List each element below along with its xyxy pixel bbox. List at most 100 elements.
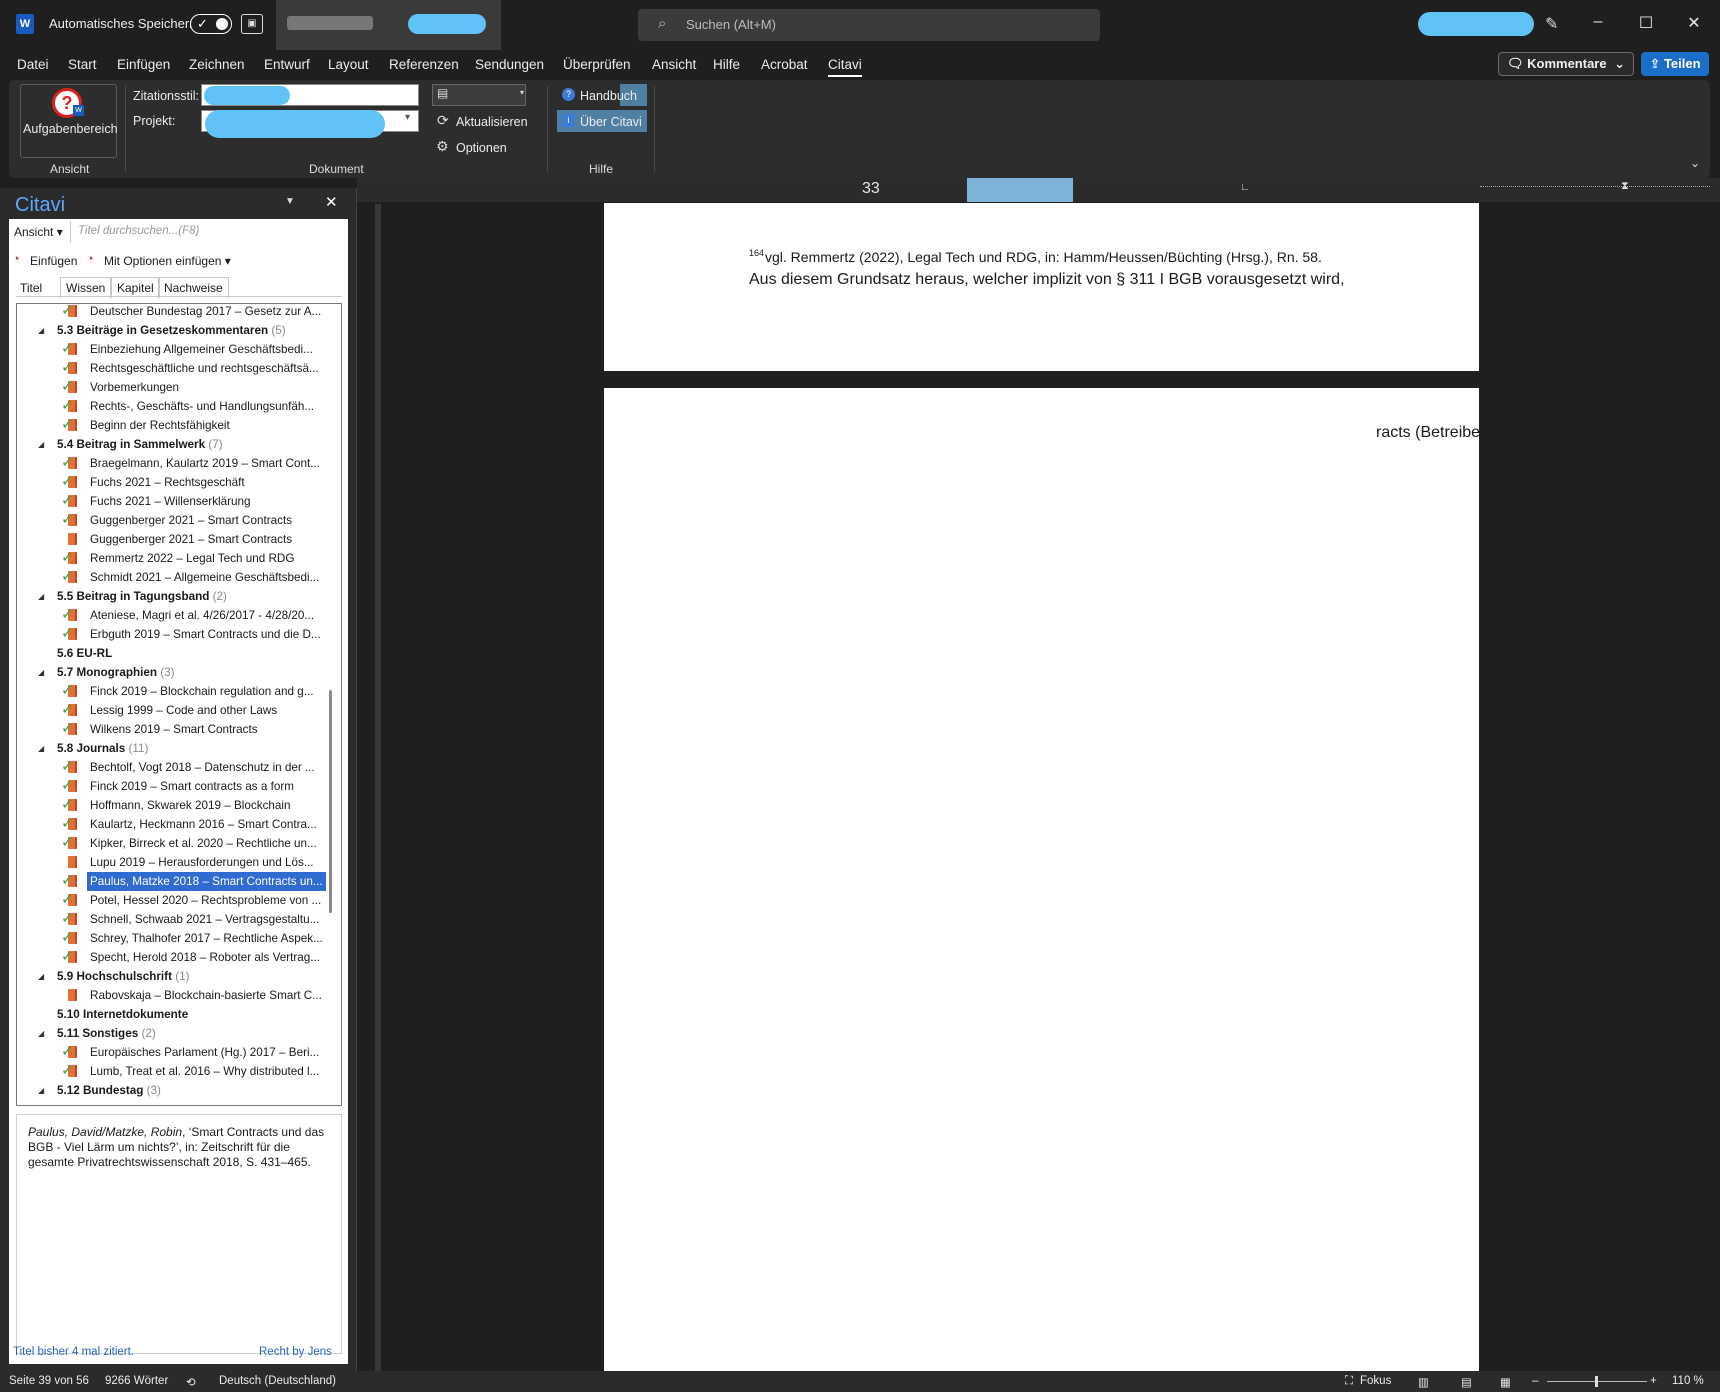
- share-button[interactable]: ⇪ Teilen: [1641, 52, 1709, 76]
- proofing-icon[interactable]: ⟲: [186, 1375, 196, 1389]
- tab-stop-icon[interactable]: ∟: [1240, 182, 1250, 193]
- zoom-in-icon[interactable]: +: [1650, 1375, 1657, 1387]
- menu-item-einfügen[interactable]: Einfügen: [117, 57, 170, 72]
- expand-arrow-icon[interactable]: ◢: [38, 435, 44, 454]
- reference-tree[interactable]: ✓ Deutscher Bundestag 2017 – Gesetz zur A…: [16, 303, 342, 1106]
- reference-item[interactable]: ✓ Potel, Hessel 2020 – Rechtsprobleme von…: [17, 891, 327, 910]
- reference-item[interactable]: ✓ Schnell, Schwaab 2021 – Vertragsgestalt…: [17, 910, 327, 929]
- reference-item[interactable]: ✓ Kaulartz, Heckmann 2016 – Smart Contra.…: [17, 815, 327, 834]
- tree-category[interactable]: 5.6 EU-RL: [17, 644, 327, 663]
- body-text-line[interactable]: Aus diesem Grundsatz heraus, welcher imp…: [749, 271, 1345, 289]
- expand-arrow-icon[interactable]: ◢: [38, 739, 44, 758]
- reference-item[interactable]: ✓ Braegelmann, Kaulartz 2019 – Smart Cont…: [17, 454, 327, 473]
- tree-category[interactable]: ◢ 5.3 Beiträge in Gesetzeskommentaren (5): [17, 321, 327, 340]
- view-dropdown[interactable]: Ansicht ▾: [14, 225, 63, 239]
- tab-titel[interactable]: Titel: [14, 277, 48, 298]
- reference-item[interactable]: Lupu 2019 – Herausforderungen und Lös...: [17, 853, 327, 872]
- word-count[interactable]: 9266 Wörter: [105, 1375, 168, 1387]
- tab-nachweise[interactable]: Nachweise: [158, 277, 229, 298]
- indent-marker-icon[interactable]: ⧗: [1621, 180, 1629, 193]
- menu-item-acrobat[interactable]: Acrobat: [761, 57, 808, 72]
- reference-item[interactable]: ✓ Vorbemerkungen: [17, 378, 327, 397]
- pen-icon[interactable]: ✎: [1545, 14, 1558, 34]
- page-counter[interactable]: Seite 39 von 56: [9, 1375, 89, 1387]
- tree-category[interactable]: 5.10 Internetdokumente: [17, 1005, 327, 1024]
- tree-category[interactable]: ◢ 5.5 Beitrag in Tagungsband (2): [17, 587, 327, 606]
- reference-item[interactable]: ✓ Beginn der Rechtsfähigkeit: [17, 416, 327, 435]
- close-icon[interactable]: ✕: [1684, 13, 1704, 33]
- zoom-out-icon[interactable]: –: [1532, 1375, 1538, 1387]
- reference-item[interactable]: ✓ Fuchs 2021 – Willenserklärung: [17, 492, 327, 511]
- reference-item[interactable]: ✓ Europäisches Parlament (Hg.) 2017 – Ber…: [17, 1043, 327, 1062]
- menu-item-ansicht[interactable]: Ansicht: [652, 57, 696, 72]
- expand-arrow-icon[interactable]: ◢: [38, 587, 44, 606]
- web-layout-icon[interactable]: ▦: [1500, 1375, 1511, 1389]
- expand-arrow-icon[interactable]: ◢: [38, 663, 44, 682]
- reference-item[interactable]: ✓ Wilkens 2019 – Smart Contracts: [17, 720, 327, 739]
- tree-category[interactable]: ◢ 5.9 Hochschulschrift (1): [17, 967, 327, 986]
- pane-options-icon[interactable]: ▼: [285, 196, 295, 207]
- page-2[interactable]: [604, 388, 1479, 1371]
- expand-arrow-icon[interactable]: ◢: [38, 1024, 44, 1043]
- options-button[interactable]: Optionen: [456, 141, 507, 155]
- reference-item[interactable]: ✓ Kipker, Birreck et al. 2020 – Rechtlich…: [17, 834, 327, 853]
- focus-icon[interactable]: ⛶: [1345, 1375, 1353, 1388]
- expand-arrow-icon[interactable]: ◢: [38, 967, 44, 986]
- minimize-icon[interactable]: –: [1588, 13, 1608, 31]
- menu-item-zeichnen[interactable]: Zeichnen: [189, 57, 245, 72]
- save-icon[interactable]: ▣: [241, 14, 263, 34]
- insert-button[interactable]: Einfügen: [30, 254, 77, 268]
- insert-options-button[interactable]: Mit Optionen einfügen ▾: [104, 254, 231, 268]
- menu-item-hilfe[interactable]: Hilfe: [713, 57, 740, 72]
- menu-item-überprüfen[interactable]: Überprüfen: [563, 57, 631, 72]
- reference-item[interactable]: ✓ Fuchs 2021 – Rechtsgeschäft: [17, 473, 327, 492]
- focus-button[interactable]: Fokus: [1360, 1375, 1391, 1387]
- menu-item-sendungen[interactable]: Sendungen: [475, 57, 544, 72]
- tree-category[interactable]: ◢ 5.11 Sonstiges (2): [17, 1024, 327, 1043]
- reference-item[interactable]: ✓ Paulus, Matzke 2018 – Smart Contracts u…: [17, 872, 327, 891]
- reference-item[interactable]: ✓ Deutscher Bundestag 2017 – Gesetz zur A…: [17, 304, 327, 321]
- tab-kapitel[interactable]: Kapitel: [111, 277, 160, 298]
- menu-item-citavi[interactable]: Citavi: [828, 57, 862, 77]
- print-layout-icon[interactable]: ▤: [1461, 1375, 1472, 1389]
- expand-arrow-icon[interactable]: ◢: [38, 321, 44, 340]
- reference-item[interactable]: ✓ Lessig 1999 – Code and other Laws: [17, 701, 327, 720]
- footnote-text[interactable]: vgl. Remmertz (2022), Legal Tech und RDG…: [765, 249, 1322, 265]
- reference-item[interactable]: ✓ Rechtsgeschäftliche und rechtsgeschäfts…: [17, 359, 327, 378]
- comments-button[interactable]: 🗨 Kommentare ⌄: [1498, 52, 1634, 76]
- autosave-toggle[interactable]: ✓: [190, 14, 232, 34]
- reference-item[interactable]: ✓ Lumb, Treat et al. 2016 – Why distribut…: [17, 1062, 327, 1081]
- maximize-icon[interactable]: ☐: [1636, 13, 1656, 33]
- tree-category[interactable]: ◢ 5.7 Monographien (3): [17, 663, 327, 682]
- reference-item[interactable]: ✓ Einbeziehung Allgemeiner Geschäftsbedi.…: [17, 340, 327, 359]
- reference-item[interactable]: ✓ Remmertz 2022 – Legal Tech und RDG: [17, 549, 327, 568]
- reference-item[interactable]: ✓ Schrey, Thalhofer 2017 – Rechtliche Asp…: [17, 929, 327, 948]
- menu-item-start[interactable]: Start: [68, 57, 97, 72]
- tree-category[interactable]: ◢ 5.4 Beitrag in Sammelwerk (7): [17, 435, 327, 454]
- expand-arrow-icon[interactable]: ◢: [38, 1081, 44, 1100]
- reference-item[interactable]: ✓ Schmidt 2021 – Allgemeine Geschäftsbedi…: [17, 568, 327, 587]
- reference-item[interactable]: ✓ Finck 2019 – Smart contracts as a form: [17, 777, 327, 796]
- reference-item[interactable]: ✓ Guggenberger 2021 – Smart Contracts: [17, 511, 327, 530]
- menu-item-referenzen[interactable]: Referenzen: [389, 57, 459, 72]
- reference-item[interactable]: Guggenberger 2021 – Smart Contracts: [17, 530, 327, 549]
- pane-close-icon[interactable]: ✕: [325, 193, 338, 211]
- menu-item-layout[interactable]: Layout: [328, 57, 369, 72]
- tree-category[interactable]: ◢ 5.8 Journals (11): [17, 739, 327, 758]
- zoom-slider-thumb[interactable]: [1595, 1376, 1598, 1387]
- menu-item-datei[interactable]: Datei: [17, 57, 49, 72]
- chevron-down-icon[interactable]: ▾: [405, 112, 410, 123]
- tab-wissen[interactable]: Wissen: [60, 277, 112, 298]
- tree-category[interactable]: ◢ 5.12 Bundestag (3): [17, 1081, 327, 1100]
- reference-item[interactable]: ✓ Erbguth 2019 – Smart Contracts und die …: [17, 625, 327, 644]
- language-indicator[interactable]: Deutsch (Deutschland): [219, 1375, 336, 1387]
- reference-item[interactable]: ✓ Ateniese, Magri et al. 4/26/2017 - 4/28…: [17, 606, 327, 625]
- reference-item[interactable]: Rabovskaja – Blockchain-basierte Smart C…: [17, 986, 327, 1005]
- reference-item[interactable]: ✓ Hoffmann, Skwarek 2019 – Blockchain: [17, 796, 327, 815]
- reference-item[interactable]: ✓ Finck 2019 – Blockchain regulation and …: [17, 682, 327, 701]
- zoom-level[interactable]: 110 %: [1672, 1375, 1704, 1387]
- page2-text-fragment[interactable]: racts (Betreibe: [1376, 424, 1480, 442]
- menu-item-entwurf[interactable]: Entwurf: [264, 57, 310, 72]
- reference-item[interactable]: ✓ Specht, Herold 2018 – Roboter als Vertr…: [17, 948, 327, 967]
- read-mode-icon[interactable]: ▥: [1418, 1375, 1429, 1389]
